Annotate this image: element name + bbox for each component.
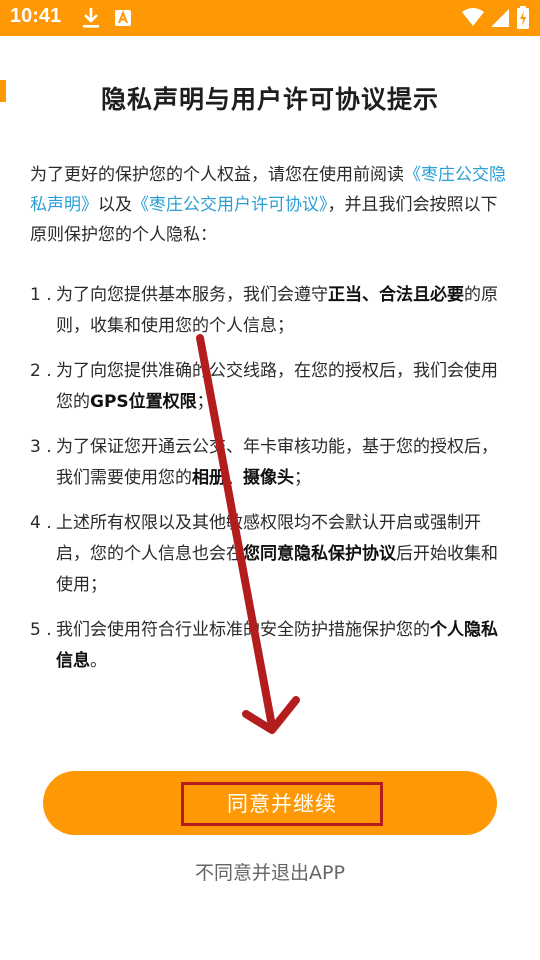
principle-emphasis: 正当、合法且必要 [328, 285, 464, 305]
agree-button-label[interactable]: 同意并继续 [181, 782, 383, 826]
principle-item: 2 . 为了向您提供准确的公交线路，在您的授权后，我们会使用您的GPS位置权限； [30, 356, 514, 418]
principle-text: ； [196, 392, 214, 412]
principle-number: 4 . [30, 513, 52, 533]
battery-icon [517, 6, 529, 29]
principle-text: 。 [90, 651, 107, 671]
principle-emphasis: GPS位置权限 [90, 392, 197, 412]
principle-item: 3 . 为了保证您开通云公交、年卡审核功能，基于您的授权后，我们需要使用您的相册、… [30, 432, 514, 494]
status-bar: 10:41 [0, 0, 540, 36]
principle-emphasis: 相册、摄像头 [192, 468, 294, 488]
principle-number: 5 . [30, 620, 52, 640]
principle-emphasis: 您同意隐私保护协议 [243, 544, 396, 564]
principle-item: 1 . 为了向您提供基本服务，我们会遵守正当、合法且必要的原则，收集和使用您的个人… [30, 280, 514, 342]
intro-text-1: 为了更好的保护您的个人权益，请您在使用前阅读 [30, 165, 404, 185]
cellular-signal-icon [491, 9, 509, 27]
dialog-title: 隐私声明与用户许可协议提示 [100, 85, 439, 114]
user-license-link[interactable]: 《枣庄公交用户许可协议》 [132, 195, 328, 215]
principle-item: 5 . 我们会使用符合行业标准的安全防护措施保护您的个人隐私信息。 [30, 615, 514, 677]
wifi-icon [462, 8, 484, 26]
disagree-and-exit-button[interactable]: 不同意并退出APP [0, 858, 540, 885]
principle-number: 3 . [30, 437, 52, 457]
principle-text: 我们会使用符合行业标准的安全防护措施保护您的 [56, 620, 430, 640]
principle-number: 1 . [30, 285, 52, 305]
principle-text: 为了向您提供基本服务，我们会遵守 [56, 285, 328, 305]
intro-paragraph: 为了更好的保护您的个人权益，请您在使用前阅读《枣庄公交隐私声明》以及《枣庄公交用… [30, 160, 510, 250]
a-notification-icon [115, 10, 131, 26]
download-icon [83, 8, 99, 28]
principle-item: 4 . 上述所有权限以及其他敏感权限均不会默认开启或强制开启，您的个人信息也会在您… [30, 508, 514, 601]
principle-number: 2 . [30, 361, 52, 381]
principle-text: ； [294, 468, 311, 488]
intro-text-2: 以及 [98, 195, 132, 215]
principles-list: 1 . 为了向您提供基本服务，我们会遵守正当、合法且必要的原则，收集和使用您的个人… [30, 280, 514, 691]
status-time: 10:41 [10, 5, 62, 27]
